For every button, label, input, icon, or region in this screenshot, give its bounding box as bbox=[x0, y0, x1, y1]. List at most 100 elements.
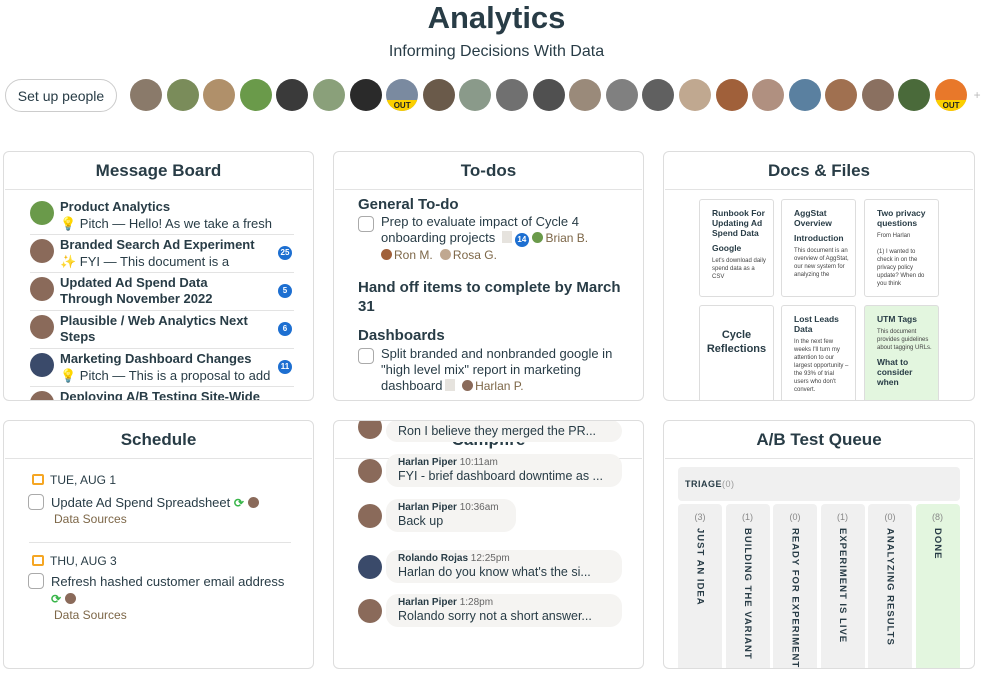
todos-title[interactable]: To-dos bbox=[335, 152, 642, 190]
person-avatar[interactable] bbox=[459, 79, 492, 111]
message-time: 12:25pm bbox=[470, 553, 510, 564]
person-avatar[interactable] bbox=[166, 79, 199, 111]
queue-column[interactable]: (0) ANALYZING RESULTS bbox=[868, 504, 912, 668]
person-avatar[interactable] bbox=[752, 79, 785, 111]
message-item[interactable]: Updated Ad Spend Data Through November 2… bbox=[30, 273, 294, 311]
document-heading: Google bbox=[712, 243, 742, 253]
schedule-task[interactable]: Refresh hashed customer email address bbox=[51, 574, 284, 590]
schedule-title[interactable]: Schedule bbox=[5, 421, 312, 459]
message-header: Harlan Piper 10:11am bbox=[398, 457, 610, 468]
add-person-icon[interactable]: + bbox=[974, 88, 981, 102]
schedule-checkbox[interactable] bbox=[28, 573, 44, 589]
schedule-task[interactable]: Update Ad Spend Spreadsheet ⟳ bbox=[51, 495, 261, 511]
column-label: BUILDING THE VARIANT bbox=[742, 528, 753, 660]
todo-list-title[interactable]: Dashboards bbox=[358, 326, 445, 345]
calendar-icon bbox=[32, 555, 44, 566]
todo-item[interactable]: Split branded and nonbranded google in "… bbox=[381, 346, 621, 394]
assignee: Harlan P. bbox=[475, 379, 524, 393]
chat-message[interactable]: Harlan Piper 10:36am Back up bbox=[386, 499, 516, 532]
triage-column[interactable]: TRIAGE(0) bbox=[678, 467, 960, 501]
schedule-project-link[interactable]: Data Sources bbox=[54, 512, 127, 526]
person-avatar[interactable] bbox=[825, 79, 858, 111]
queue-column[interactable]: (1) EXPERIMENT IS LIVE bbox=[820, 504, 865, 668]
queue-column[interactable]: (8) DONE bbox=[915, 504, 960, 668]
todo-item[interactable]: Prep to evaluate impact of Cycle 4 onboa… bbox=[381, 214, 621, 263]
person-avatar[interactable] bbox=[642, 79, 675, 111]
chat-message[interactable]: Harlan Piper 10:11am FYI - brief dashboar… bbox=[386, 454, 622, 487]
chat-message[interactable]: Ron I believe they merged the PR... bbox=[386, 421, 622, 442]
schedule-project-link[interactable]: Data Sources bbox=[54, 608, 127, 622]
document-tile[interactable]: Two privacy questions From Harlan (1) I w… bbox=[864, 199, 939, 297]
column-label: DONE bbox=[932, 528, 943, 560]
schedule-card: Schedule TUE, AUG 1 Update Ad Spend Spre… bbox=[3, 420, 314, 669]
person-avatar[interactable] bbox=[239, 79, 272, 111]
person-avatar[interactable] bbox=[861, 79, 894, 111]
person-avatar[interactable] bbox=[715, 79, 748, 111]
avatar bbox=[247, 497, 259, 508]
comment-count-badge: 5 bbox=[278, 284, 292, 298]
column-count: (0) bbox=[789, 512, 801, 522]
document-tile[interactable]: AggStat Overview Introduction This documen… bbox=[781, 199, 856, 297]
message-board-title[interactable]: Message Board bbox=[5, 152, 312, 190]
ab-test-queue-title[interactable]: A/B Test Queue bbox=[665, 421, 973, 459]
document-tile[interactable]: Lost Leads Data In the next few weeks I'l… bbox=[781, 305, 856, 400]
column-count: (1) bbox=[742, 512, 753, 522]
page-title: Analytics bbox=[427, 0, 566, 35]
comment-count-badge: 11 bbox=[278, 360, 292, 374]
calendar-icon bbox=[32, 474, 44, 485]
person-avatar[interactable] bbox=[422, 79, 455, 111]
message-snippet: 💡 Pitch — Hello! As we take a fresh bbox=[60, 216, 272, 231]
message-title: Updated Ad Spend Data Through November 2… bbox=[60, 275, 213, 306]
avatar bbox=[532, 232, 544, 243]
column-label: ANALYZING RESULTS bbox=[884, 528, 896, 646]
person-avatar[interactable] bbox=[130, 79, 162, 111]
person-avatar[interactable] bbox=[569, 79, 602, 111]
todo-checkbox[interactable] bbox=[358, 348, 374, 364]
message-snippet: ✨ FYI — This document is a bbox=[60, 254, 230, 269]
message-header: Harlan Piper 10:36am bbox=[398, 502, 504, 513]
person-avatar[interactable] bbox=[349, 79, 382, 111]
message-item[interactable]: Branded Search Ad Experiment ✨ FYI — This… bbox=[30, 235, 294, 273]
person-avatar[interactable] bbox=[276, 79, 309, 111]
document-title: Runbook For Updating Ad Spend Data bbox=[712, 208, 765, 238]
todo-checkbox[interactable] bbox=[358, 216, 374, 232]
message-item[interactable]: Plausible / Web Analytics Next Steps 6 bbox=[30, 311, 294, 349]
chat-message[interactable]: Rolando Rojas 12:25pm Harlan do you know … bbox=[386, 550, 622, 583]
assignee: Ron M. bbox=[394, 248, 433, 262]
author-name: Rolando Rojas bbox=[398, 553, 469, 564]
document-tile[interactable]: Cycle Reflections bbox=[699, 305, 774, 400]
person-avatar[interactable] bbox=[532, 79, 565, 111]
todos-card: To-dos General To-do Prep to evaluate im… bbox=[333, 151, 644, 401]
person-avatar[interactable] bbox=[605, 79, 638, 111]
schedule-date: THU, AUG 3 bbox=[32, 554, 117, 568]
schedule-checkbox[interactable] bbox=[28, 494, 44, 510]
message-item[interactable]: Marketing Dashboard Changes 💡 Pitch — Thi… bbox=[30, 349, 294, 387]
column-count: (0) bbox=[884, 512, 896, 522]
author-name: Harlan Piper bbox=[398, 597, 457, 608]
assignee: Rosa G. bbox=[452, 248, 497, 262]
queue-column[interactable]: (3) JUST AN IDEA bbox=[678, 504, 722, 668]
document-preview: This document provides guidelines about … bbox=[877, 329, 932, 351]
person-avatar[interactable] bbox=[312, 79, 345, 111]
person-avatar[interactable] bbox=[495, 79, 528, 111]
person-avatar[interactable] bbox=[203, 79, 236, 111]
person-avatar[interactable] bbox=[788, 79, 821, 111]
person-avatar[interactable] bbox=[678, 79, 711, 111]
message-title: Marketing Dashboard Changes bbox=[60, 351, 252, 366]
person-avatar[interactable]: OUT bbox=[386, 79, 419, 111]
message-item[interactable]: Product Analytics 💡 Pitch — Hello! As we … bbox=[30, 197, 294, 235]
column-count: (8) bbox=[932, 512, 943, 522]
person-avatar[interactable]: OUT bbox=[935, 79, 968, 111]
set-up-people-button[interactable]: Set up people bbox=[5, 79, 117, 112]
docs-files-title[interactable]: Docs & Files bbox=[665, 152, 973, 190]
chat-message[interactable]: Harlan Piper 1:28pm Rolando sorry not a s… bbox=[386, 594, 622, 627]
message-item[interactable]: Deploying A/B Testing Site-Wide bbox=[30, 387, 294, 400]
todo-list-title[interactable]: Hand off items to complete by March 31 bbox=[358, 278, 628, 316]
message-header: Rolando Rojas 12:25pm bbox=[398, 553, 610, 564]
queue-column[interactable]: (1) BUILDING THE VARIANT bbox=[725, 504, 770, 668]
todo-list-title[interactable]: General To-do bbox=[358, 195, 459, 214]
queue-column[interactable]: (0) READY FOR EXPERIMENT bbox=[773, 504, 817, 668]
document-tile[interactable]: UTM Tags This document provides guideline… bbox=[864, 305, 939, 400]
document-tile[interactable]: Runbook For Updating Ad Spend Data Google… bbox=[699, 199, 774, 297]
person-avatar[interactable] bbox=[898, 79, 931, 111]
